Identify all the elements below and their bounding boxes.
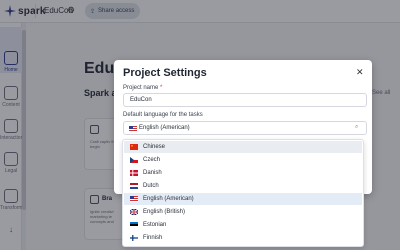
language-option-dutch[interactable]: Dutch <box>124 180 362 192</box>
gb-flag-icon <box>130 209 138 215</box>
option-label: English (British) <box>143 209 186 215</box>
option-label: Danish <box>143 170 162 176</box>
language-dropdown: Chinese Czech Danish Dutch English (Amer… <box>122 139 364 247</box>
option-label: Chinese <box>143 144 166 150</box>
option-label: Estonian <box>143 222 167 228</box>
us-flag-icon <box>130 196 138 202</box>
language-option-chinese[interactable]: Chinese <box>124 141 362 153</box>
close-icon[interactable]: ✕ <box>356 67 364 78</box>
option-label: Dutch <box>143 183 159 189</box>
required-marker: * <box>160 85 163 91</box>
language-option-danish[interactable]: Danish <box>124 167 362 179</box>
project-name-label-text: Project name <box>123 85 159 91</box>
language-option-finnish[interactable]: Finnish <box>124 232 362 244</box>
project-name-input[interactable]: EduCon <box>123 93 367 107</box>
cn-flag-icon <box>130 144 138 150</box>
project-name-label: Project name * <box>123 85 162 91</box>
option-label: Czech <box>143 157 161 163</box>
language-select-value: English (American) <box>139 125 190 131</box>
language-option-english-british[interactable]: English (British) <box>124 206 362 218</box>
app-window: spark EduCon ⚙ ⇪ Share access Home Conte… <box>0 0 400 250</box>
modal-title: Project Settings <box>123 67 207 79</box>
ee-flag-icon <box>130 222 138 228</box>
language-option-english-american[interactable]: English (American) <box>124 193 362 205</box>
search-icon: ⌕ <box>355 124 359 130</box>
fi-flag-icon <box>130 235 138 241</box>
nl-flag-icon <box>130 183 138 189</box>
us-flag-icon <box>129 126 137 132</box>
cz-flag-icon <box>130 157 138 163</box>
language-option-estonian[interactable]: Estonian <box>124 219 362 231</box>
language-label: Default language for the tasks <box>123 112 203 118</box>
dk-flag-icon <box>130 170 138 176</box>
language-option-czech[interactable]: Czech <box>124 154 362 166</box>
option-label: English (American) <box>143 196 194 202</box>
option-label: Finnish <box>143 235 163 241</box>
